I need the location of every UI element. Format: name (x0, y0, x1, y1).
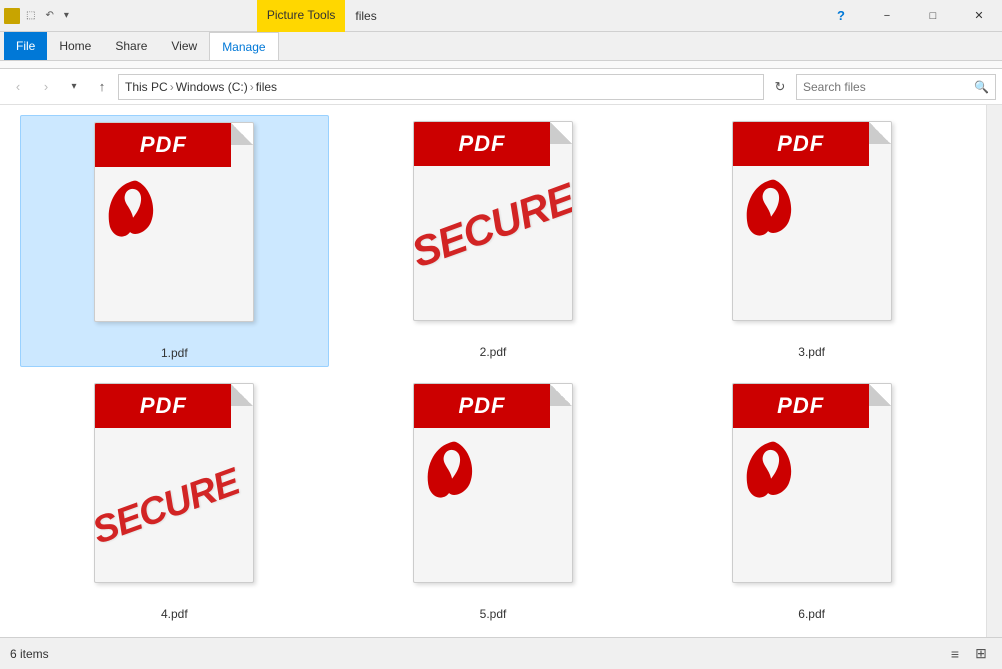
help-btn[interactable]: ? (818, 0, 864, 32)
tab-view[interactable]: View (159, 32, 209, 60)
file-grid: PDF 1.pdf PDF SECURE 2.pdf (0, 105, 986, 637)
pdf-page-5: PDF (413, 383, 573, 583)
file-name-1: 1.pdf (161, 346, 188, 360)
breadcrumb-files[interactable]: files (256, 80, 277, 94)
title-bar-left: ⬚ ↶ ▾ (0, 8, 77, 24)
pdf-header-4: PDF (95, 384, 231, 428)
pdf-label-2: PDF (458, 131, 505, 157)
file-item-6[interactable]: PDF 6.pdf (657, 377, 966, 627)
acrobat-icon-3 (733, 166, 803, 246)
quick-dropdown-btn[interactable]: ▾ (60, 10, 73, 21)
status-bar: 6 items ≡ ⊞ (0, 637, 1002, 669)
breadcrumb-thispc[interactable]: This PC (125, 80, 168, 94)
view-toggle: ≡ ⊞ (944, 643, 992, 665)
file-thumb-5: PDF (403, 383, 583, 603)
pdf-header-1: PDF (95, 123, 231, 167)
search-icon: 🔍 (974, 80, 989, 94)
details-view-btn[interactable]: ≡ (944, 643, 966, 665)
pdf-label-5: PDF (458, 393, 505, 419)
file-name-2: 2.pdf (480, 345, 507, 359)
quick-undo-btn[interactable]: ↶ (41, 10, 57, 21)
search-box[interactable]: 🔍 (796, 74, 996, 100)
ribbon: File Home Share View Manage (0, 32, 1002, 69)
app-icon (4, 8, 20, 24)
back-btn[interactable]: ‹ (6, 75, 30, 99)
pdf-page-3: PDF (732, 121, 892, 321)
file-thumb-6: PDF (722, 383, 902, 603)
address-bar: ‹ › ▾ ↑ This PC › Windows (C:) › files ↻… (0, 69, 1002, 105)
pdf-label-6: PDF (777, 393, 824, 419)
file-name-6: 6.pdf (798, 607, 825, 621)
quick-access-btn[interactable]: ⬚ (22, 10, 39, 21)
secure-watermark-2: SECURE (413, 174, 573, 277)
search-input[interactable] (803, 80, 970, 94)
up-btn[interactable]: ↑ (90, 75, 114, 99)
app-title: files (345, 0, 386, 32)
window-controls: ? − □ ✕ (818, 0, 1002, 32)
pdf-label-4: PDF (140, 393, 187, 419)
pdf-page-6: PDF (732, 383, 892, 583)
ribbon-content-area (0, 60, 1002, 68)
pdf-label-3: PDF (777, 131, 824, 157)
tab-manage[interactable]: Manage (209, 32, 278, 60)
tab-share[interactable]: Share (103, 32, 159, 60)
scrollbar[interactable] (986, 105, 1002, 637)
tab-home[interactable]: Home (47, 32, 103, 60)
acrobat-icon-5 (414, 428, 484, 508)
maximize-btn[interactable]: □ (910, 0, 956, 32)
pdf-header-5: PDF (414, 384, 550, 428)
pdf-page-1: PDF (94, 122, 254, 322)
file-item-2[interactable]: PDF SECURE 2.pdf (339, 115, 648, 367)
recent-locations-btn[interactable]: ▾ (62, 75, 86, 99)
file-thumb-4: PDF SECURE (84, 383, 264, 603)
file-item-4[interactable]: PDF SECURE 4.pdf (20, 377, 329, 627)
refresh-btn[interactable]: ↻ (768, 75, 792, 99)
file-name-5: 5.pdf (480, 607, 507, 621)
file-item-3[interactable]: PDF 3.pdf (657, 115, 966, 367)
acrobat-icon-6 (733, 428, 803, 508)
file-thumb-1: PDF (84, 122, 264, 342)
pdf-page-4: PDF SECURE (94, 383, 254, 583)
pdf-label-1: PDF (140, 132, 187, 158)
pdf-header-6: PDF (733, 384, 869, 428)
file-thumb-3: PDF (722, 121, 902, 341)
large-icons-view-btn[interactable]: ⊞ (970, 643, 992, 665)
pdf-header-3: PDF (733, 122, 869, 166)
breadcrumb-drive[interactable]: Windows (C:) (176, 80, 248, 94)
pdf-page-2: PDF SECURE (413, 121, 573, 321)
secure-watermark-4: SECURE (94, 461, 245, 554)
item-count: 6 items (10, 647, 49, 661)
acrobat-icon-1 (95, 167, 165, 247)
address-path[interactable]: This PC › Windows (C:) › files (118, 74, 764, 100)
minimize-btn[interactable]: − (864, 0, 910, 32)
ribbon-tabs: File Home Share View Manage (0, 32, 1002, 60)
file-item-1[interactable]: PDF 1.pdf (20, 115, 329, 367)
forward-btn[interactable]: › (34, 75, 58, 99)
title-bar: ⬚ ↶ ▾ Picture Tools files ? − □ ✕ (0, 0, 1002, 32)
sep1: › (170, 80, 174, 94)
file-item-5[interactable]: PDF 5.pdf (339, 377, 648, 627)
file-name-4: 4.pdf (161, 607, 188, 621)
main-area: PDF 1.pdf PDF SECURE 2.pdf (0, 105, 1002, 637)
pdf-header-2: PDF (414, 122, 550, 166)
tab-file[interactable]: File (4, 32, 47, 60)
file-thumb-2: PDF SECURE (403, 121, 583, 341)
sep2: › (250, 80, 254, 94)
picture-tools-label: Picture Tools (257, 0, 345, 32)
close-btn[interactable]: ✕ (956, 0, 1002, 32)
file-name-3: 3.pdf (798, 345, 825, 359)
